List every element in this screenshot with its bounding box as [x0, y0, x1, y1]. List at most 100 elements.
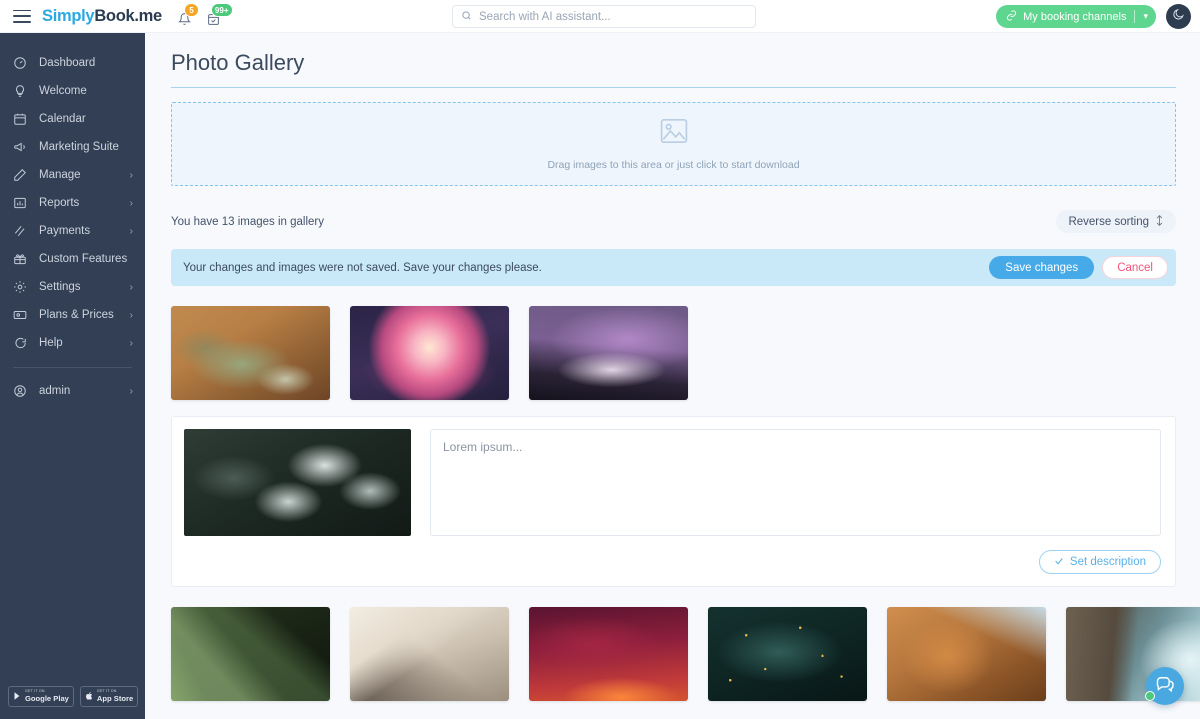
- chevron-right-icon: ›: [129, 337, 133, 349]
- sidebar-item-calendar[interactable]: Calendar: [0, 105, 145, 133]
- gallery-thumbnail[interactable]: [350, 306, 509, 400]
- chat-bubbles-icon: [1155, 674, 1175, 699]
- gallery-thumbnail[interactable]: [171, 306, 330, 400]
- my-booking-channels-button[interactable]: My booking channels ▾: [996, 5, 1156, 28]
- sidebar-label: Settings: [39, 281, 81, 293]
- gallery-count-text: You have 13 images in gallery: [171, 215, 325, 228]
- search-input[interactable]: [479, 10, 747, 23]
- image-dropzone[interactable]: Drag images to this area or just click t…: [171, 102, 1176, 186]
- sort-arrows-icon: [1155, 214, 1164, 229]
- chevron-right-icon: ›: [129, 169, 133, 181]
- sort-button-label: Reverse sorting: [1068, 215, 1149, 228]
- hamburger-menu-icon[interactable]: [13, 9, 31, 23]
- button-divider: [1134, 10, 1136, 23]
- title-underline: [171, 87, 1176, 88]
- page-title: Photo Gallery: [171, 50, 305, 75]
- google-play-badge[interactable]: GET IT ON Google Play: [8, 686, 74, 707]
- image-placeholder-icon: [659, 118, 689, 149]
- money-icon: [13, 224, 30, 238]
- check-icon: [1054, 556, 1064, 569]
- tasks-calendar-icon[interactable]: 99+: [205, 3, 233, 26]
- chevron-right-icon: ›: [129, 309, 133, 321]
- top-header-bar: SimplyBook.me 5 99+ Search with AI assis…: [0, 0, 1200, 33]
- dark-mode-toggle[interactable]: [1166, 4, 1191, 29]
- reverse-sorting-button[interactable]: Reverse sorting: [1056, 210, 1176, 233]
- notifications-bell-icon[interactable]: 5: [176, 3, 199, 26]
- logo-book-text: Book: [94, 6, 135, 25]
- megaphone-icon: [13, 140, 30, 154]
- booking-channels-label: My booking channels: [1023, 10, 1127, 23]
- gallery-thumbnail[interactable]: [708, 607, 867, 701]
- app-store-badge[interactable]: GET IT ON App Store: [79, 686, 139, 707]
- lightbulb-icon: [13, 84, 30, 98]
- search-icon: [461, 8, 472, 26]
- gallery-thumbnail[interactable]: [350, 607, 509, 701]
- sidebar-item-dashboard[interactable]: Dashboard: [0, 49, 145, 77]
- link-icon: [1006, 8, 1017, 26]
- alert-message: Your changes and images were not saved. …: [183, 261, 542, 274]
- chevron-right-icon: ›: [129, 225, 133, 237]
- app-store-badges: GET IT ON Google Play GET IT ON App Stor…: [0, 686, 145, 707]
- chevron-right-icon: ›: [129, 385, 133, 397]
- sidebar-label: Custom Features: [39, 253, 128, 265]
- google-play-icon: [13, 688, 22, 706]
- sidebar-item-payments[interactable]: Payments ›: [0, 217, 145, 245]
- chat-bubble-icon: [13, 336, 30, 350]
- image-description-editor: Set description: [171, 416, 1176, 587]
- description-textarea[interactable]: [430, 429, 1161, 536]
- online-status-dot: [1145, 691, 1155, 701]
- sidebar-item-help[interactable]: Help ›: [0, 329, 145, 357]
- left-sidebar: Dashboard Welcome Calendar Marketing Sui…: [0, 33, 145, 719]
- save-changes-button[interactable]: Save changes: [989, 256, 1095, 279]
- sidebar-item-reports[interactable]: Reports ›: [0, 189, 145, 217]
- apple-icon: [85, 688, 94, 706]
- sidebar-label: Help: [39, 337, 63, 349]
- sidebar-label: Manage: [39, 169, 81, 181]
- sidebar-item-marketing-suite[interactable]: Marketing Suite: [0, 133, 145, 161]
- bar-chart-icon: [13, 196, 30, 210]
- set-description-button[interactable]: Set description: [1038, 550, 1161, 574]
- gallery-thumbnail[interactable]: [887, 607, 1046, 701]
- pencil-icon: [13, 168, 30, 182]
- chat-support-widget[interactable]: [1145, 667, 1184, 705]
- sidebar-label: Welcome: [39, 85, 87, 97]
- badge-name-text: Google Play: [25, 694, 69, 703]
- chevron-down-icon[interactable]: ▾: [1143, 11, 1148, 22]
- editor-top-row: [184, 429, 1161, 536]
- unsaved-changes-alert: Your changes and images were not saved. …: [171, 249, 1176, 286]
- banknote-icon: [13, 308, 30, 322]
- cancel-button[interactable]: Cancel: [1102, 256, 1168, 279]
- selected-image-preview[interactable]: [184, 429, 411, 536]
- sidebar-item-welcome[interactable]: Welcome: [0, 77, 145, 105]
- chevron-right-icon: ›: [129, 197, 133, 209]
- gallery-thumbnail[interactable]: [529, 306, 688, 400]
- set-description-label: Set description: [1069, 556, 1146, 568]
- gallery-thumbnail[interactable]: [529, 607, 688, 701]
- gallery-meta-row: You have 13 images in gallery Reverse so…: [171, 210, 1176, 233]
- badge-name-text: App Store: [96, 694, 134, 703]
- sidebar-label: Dashboard: [39, 57, 96, 69]
- simplybook-logo[interactable]: SimplyBook.me: [42, 7, 162, 26]
- gallery-row-bottom: [171, 607, 1200, 701]
- sidebar-item-settings[interactable]: Settings ›: [0, 273, 145, 301]
- gear-icon: [13, 280, 30, 294]
- sidebar-item-manage[interactable]: Manage ›: [0, 161, 145, 189]
- logo-simply-text: Simply: [42, 6, 95, 25]
- sidebar-label: admin: [39, 385, 71, 397]
- sidebar-divider: [13, 367, 132, 368]
- search-bar[interactable]: [452, 5, 756, 28]
- moon-icon: [1172, 8, 1185, 26]
- editor-actions: Set description: [184, 550, 1161, 574]
- sidebar-label: Marketing Suite: [39, 141, 119, 153]
- sidebar-item-plans-and-prices[interactable]: Plans & Prices ›: [0, 301, 145, 329]
- sidebar-label: Reports: [39, 197, 80, 209]
- chevron-right-icon: ›: [129, 281, 133, 293]
- sidebar-item-custom-features[interactable]: Custom Features: [0, 245, 145, 273]
- dropzone-text: Drag images to this area or just click t…: [547, 158, 800, 171]
- gallery-thumbnail[interactable]: [171, 607, 330, 701]
- sidebar-label: Plans & Prices: [39, 309, 114, 321]
- sidebar-item-admin-account[interactable]: admin ›: [0, 377, 145, 405]
- sidebar-label: Payments: [39, 225, 91, 237]
- sidebar-label: Calendar: [39, 113, 86, 125]
- gallery-row-top: [171, 306, 1176, 400]
